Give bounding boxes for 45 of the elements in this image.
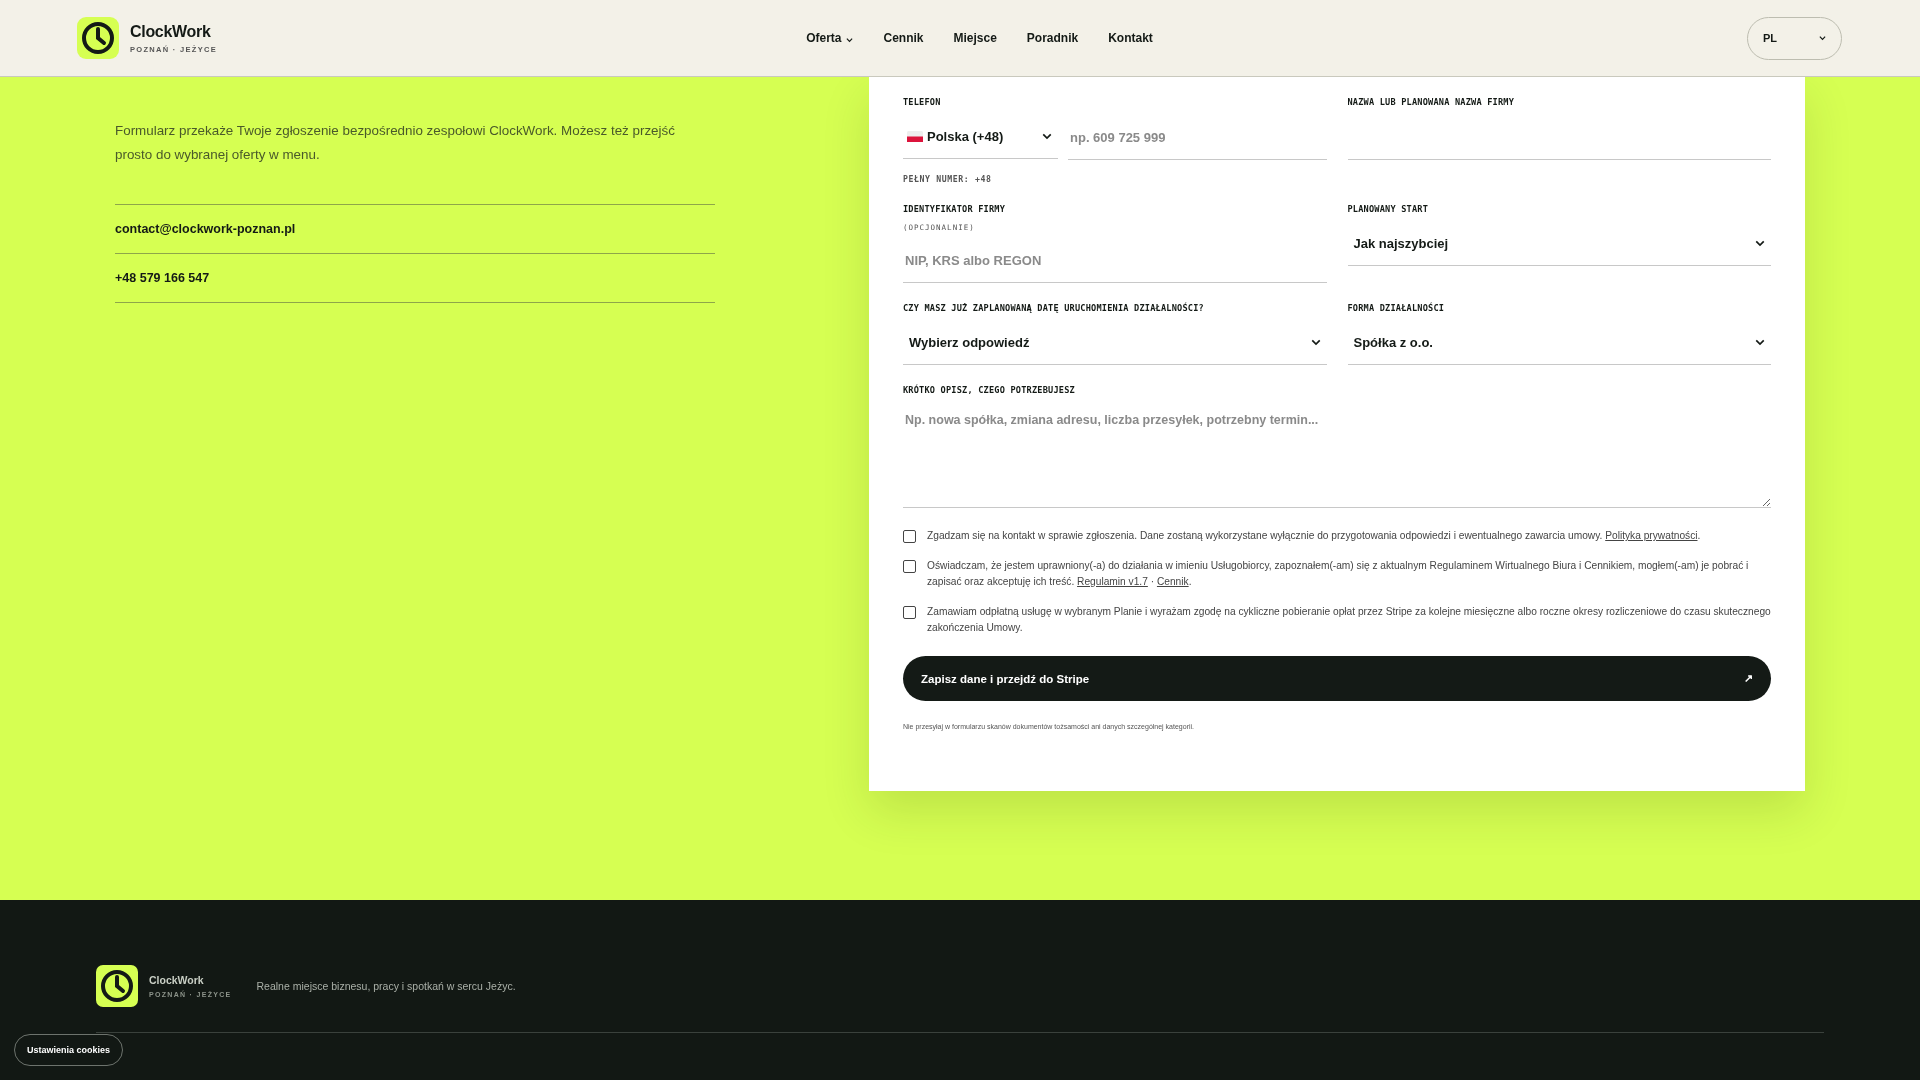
checkbox[interactable] — [903, 606, 916, 619]
select-field[interactable]: Spółka z o.o. — [1347, 321, 1771, 365]
chevron-down-icon — [1755, 339, 1765, 346]
field-label: KRÓTKO OPISZ, CZEGO POTRZEBUJESZ — [903, 385, 1076, 397]
submit-button[interactable]: Zapisz dane i przejdź do Stripe ↗ — [903, 656, 1771, 701]
caret-icon — [1819, 35, 1826, 41]
nav-link[interactable]: Miejsce — [953, 31, 997, 45]
footer-tagline: Realne miejsce biznesu, pracy i spotkań w sercu Jeżyc. — [256, 980, 516, 992]
chevron-down-icon — [1755, 240, 1765, 247]
brand-name[interactable]: ClockWork — [130, 22, 217, 41]
field-label: CZY MASZ JUŻ ZAPLANOWANĄ DATĘ URUCHOMIENIA DZIAŁALNOŚCI? — [903, 303, 1205, 315]
cookie-settings-button[interactable]: Ustawienia cookies — [14, 1034, 124, 1066]
nav-link[interactable]: Oferta — [806, 31, 854, 45]
consent-text: Oświadczam, że jestem uprawniony(-a) do działania w imieniu Usługobiorcy, zapoznałem(-am) się z aktualnym Regulaminem Wirtualnego Biura i Cennikiem, mogłem(-am) je pobrać i zapisać oraz akceptuję ich treść. Regulamin v1.7 · Cennik. — [927, 559, 1750, 589]
consent-link[interactable]: Cennik — [1156, 576, 1189, 587]
consent-text: Zgadzam się na kontakt w sprawie zgłoszenia. Dane zostaną wykorzystane wyłącznie do przygotowania odpowiedzi i ewentualnego zawarcia umowy. Polityka prywatności. — [927, 529, 1701, 543]
intro-text: Formularz przekaże Twoje zgłoszenie bezpośrednio zespołowi ClockWork. Możesz też przejść prosto do wybranej oferty w menu. — [115, 122, 676, 164]
field-label: NAZWA LUB PLANOWANA NAZWA FIRMY — [1347, 97, 1516, 109]
nav-link[interactable]: Cennik — [883, 31, 924, 45]
field-label: FORMA DZIAŁALNOŚCI — [1347, 303, 1446, 315]
field-label: PLANOWANY START — [1347, 204, 1430, 216]
clock-logo-icon[interactable] — [77, 17, 119, 59]
phone-input[interactable]: np. 609 725 999 — [1068, 115, 1327, 160]
country-select[interactable]: Polska (+48) — [903, 115, 1058, 159]
clock-logo-icon[interactable] — [96, 965, 138, 1007]
contact-link[interactable]: contact@clockwork-poznan.pl — [115, 222, 296, 236]
consent-text: Zamawiam odpłatną usługę w wybranym Planie i wyrażam zgodę na cykliczne pobieranie opłat przez Stripe za kolejne miesięczne albo roczne okresy rozliczeniowe do czasu skutecznego zakończenia Umowy. — [927, 605, 1771, 635]
text-input[interactable]: NIP, KRS albo REGON — [903, 238, 1327, 283]
consent-link[interactable]: Polityka prywatności — [1605, 530, 1698, 541]
select-field[interactable]: Wybierz odpowiedź — [903, 321, 1327, 365]
caret-icon — [846, 36, 854, 43]
flag-icon — [907, 131, 923, 142]
contact-link[interactable]: +48 579 166 547 — [115, 271, 210, 285]
nav-link[interactable]: Kontakt — [1108, 31, 1153, 45]
checkbox[interactable] — [903, 530, 916, 543]
field-label: IDENTYFIKATOR FIRMY — [903, 204, 1007, 216]
brand-name: ClockWork — [149, 974, 205, 986]
consent-link[interactable]: Regulamin v1.7 — [1077, 576, 1148, 587]
field-label: TELEFON — [903, 97, 942, 109]
nav-link[interactable]: Poradnik — [1026, 31, 1079, 45]
checkbox[interactable] — [903, 560, 916, 573]
select-field[interactable]: Jak najszybciej — [1347, 222, 1771, 266]
chevron-down-icon — [1310, 339, 1321, 346]
chevron-down-icon — [1042, 133, 1052, 140]
full-number-hint: PEŁNY NUMER: +48 — [903, 174, 993, 184]
